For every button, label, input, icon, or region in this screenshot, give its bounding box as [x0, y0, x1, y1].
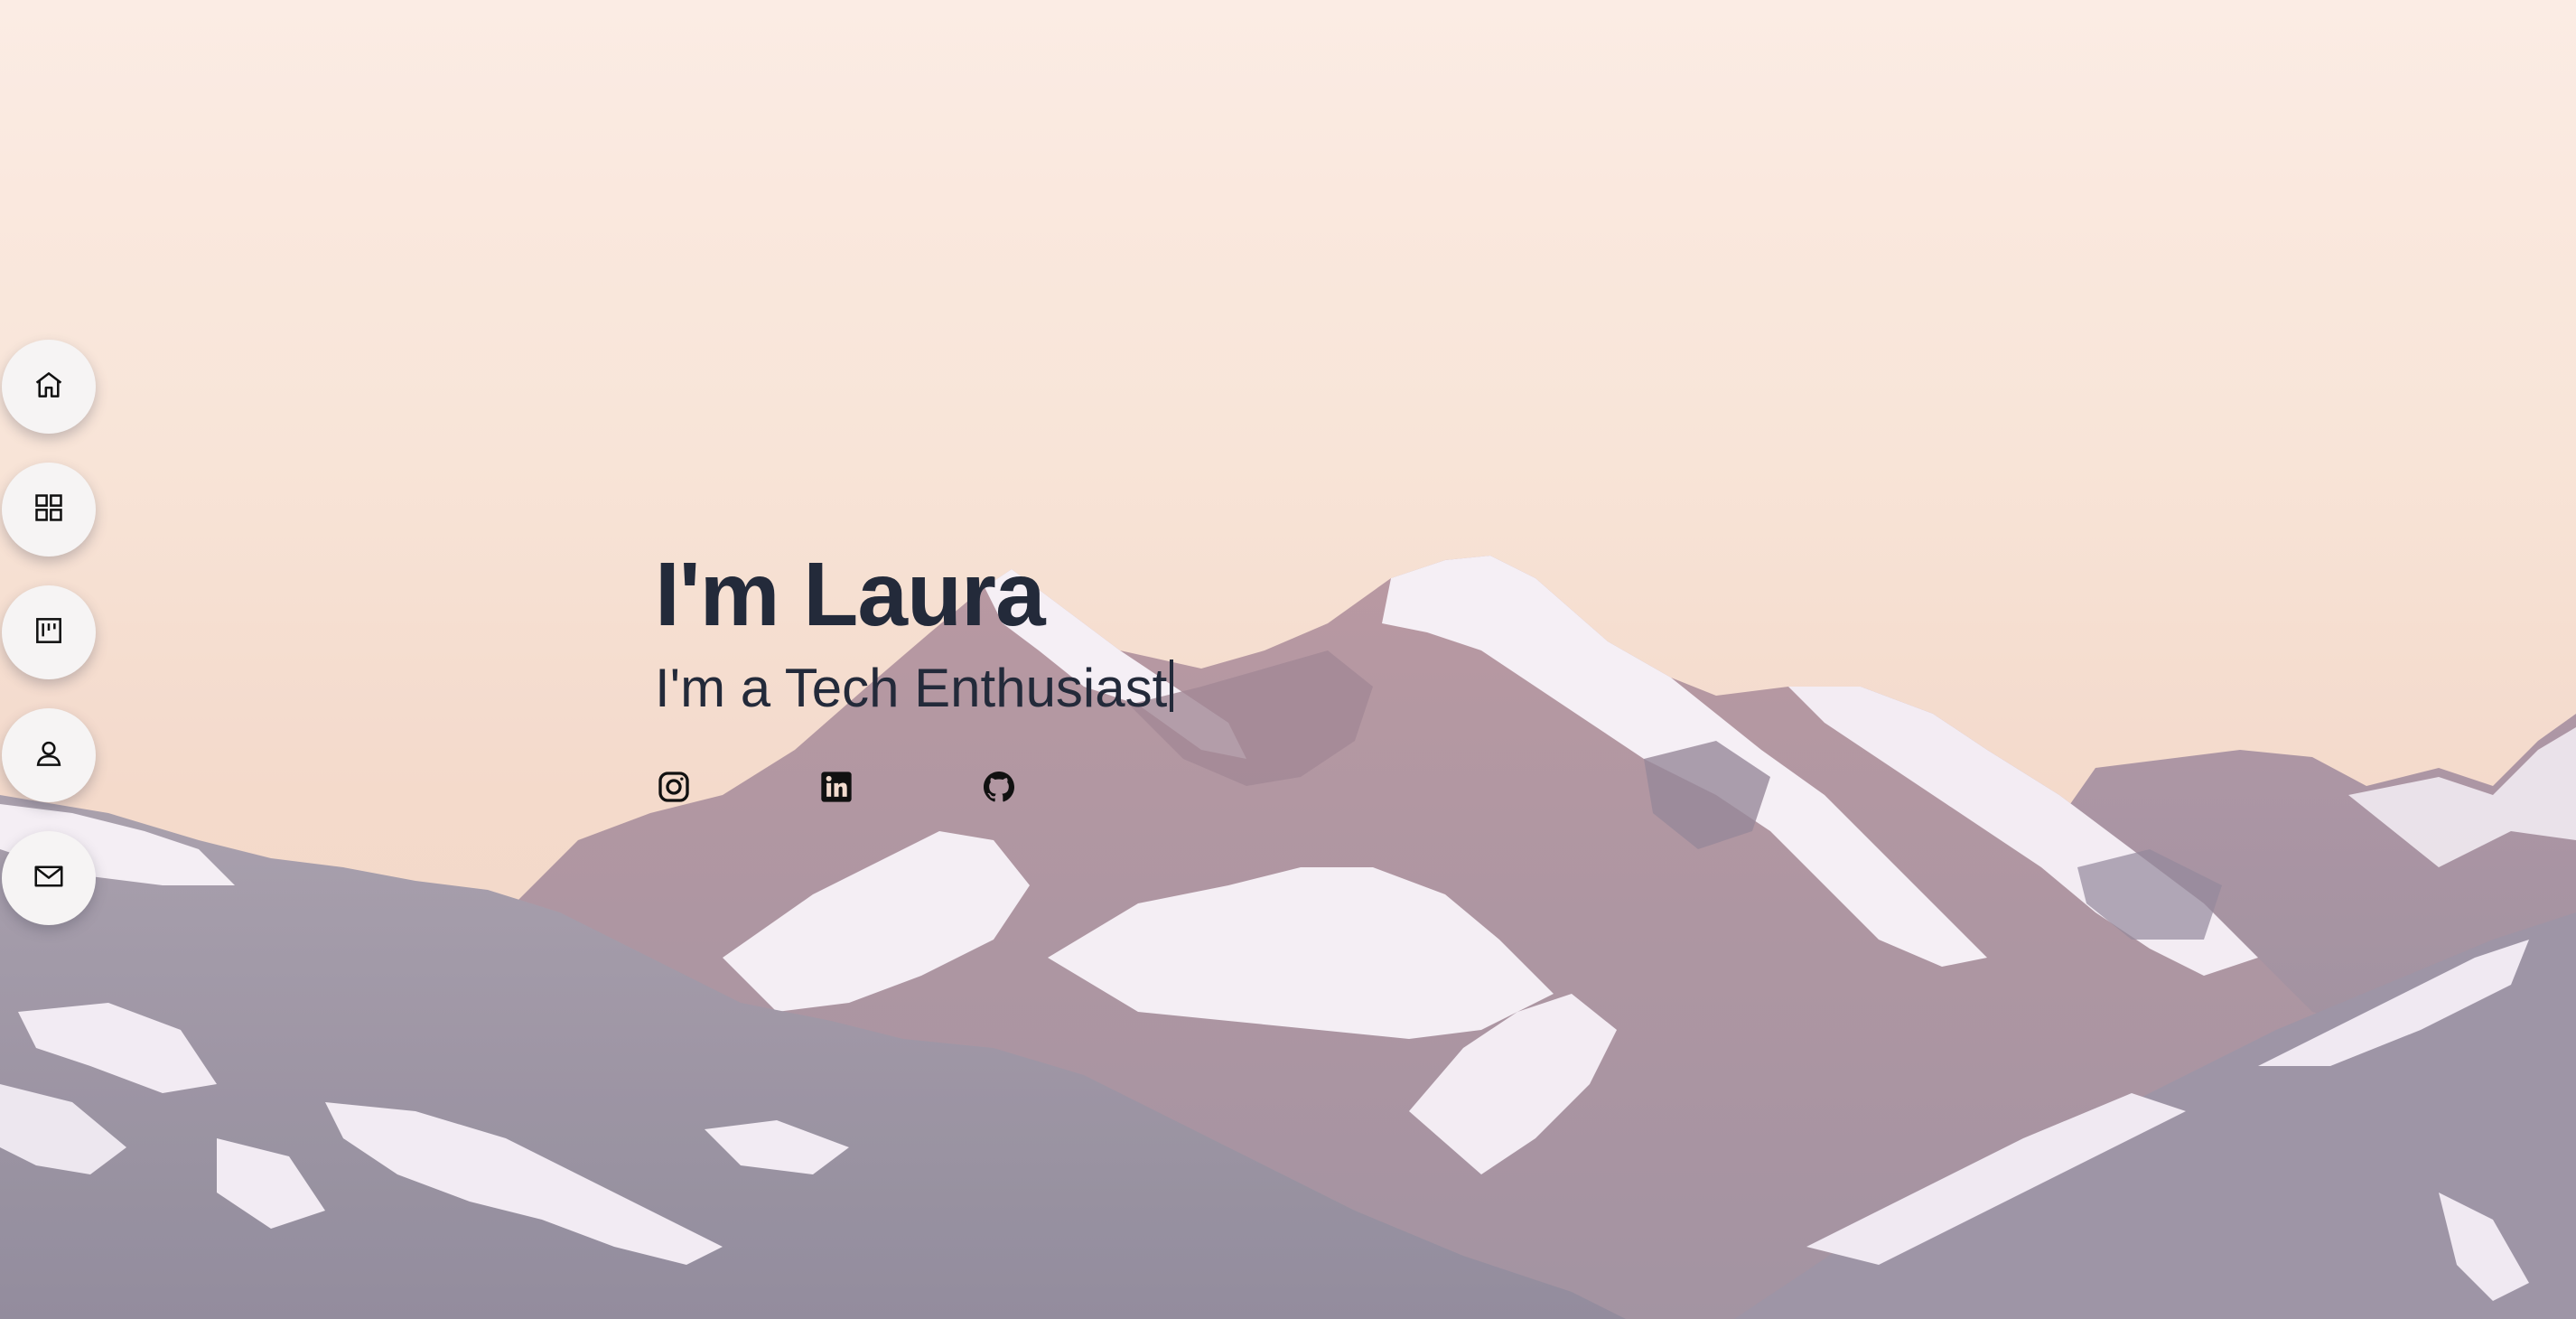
- instagram-icon: [656, 769, 692, 809]
- nav-portfolio-button[interactable]: [2, 463, 96, 557]
- hero-subtitle: I'm a Tech Enthusiast: [655, 652, 1174, 725]
- typed-text: I'm a Tech Enthusiast: [655, 658, 1168, 718]
- hero-title: I'm Laura: [655, 544, 1046, 645]
- instagram-link[interactable]: [655, 770, 693, 808]
- hero-background: [0, 0, 2576, 1319]
- home-icon: [32, 368, 66, 406]
- nav-contact-button[interactable]: [2, 831, 96, 925]
- mail-icon: [32, 859, 66, 897]
- person-icon: [32, 736, 66, 774]
- grid-icon: [32, 491, 66, 529]
- nav-home-button[interactable]: [2, 340, 96, 434]
- github-link[interactable]: [980, 770, 1018, 808]
- linkedin-link[interactable]: [817, 770, 855, 808]
- linkedin-icon: [818, 769, 854, 809]
- github-icon: [981, 769, 1017, 809]
- typing-cursor: [1170, 660, 1174, 712]
- mountain-landscape: [0, 0, 2576, 1319]
- board-icon: [32, 613, 66, 651]
- social-links: [655, 770, 1034, 808]
- hero-section: I'm Laura I'm a Tech Enthusiast: [655, 540, 1174, 725]
- nav-projects-button[interactable]: [2, 585, 96, 679]
- nav-about-button[interactable]: [2, 708, 96, 802]
